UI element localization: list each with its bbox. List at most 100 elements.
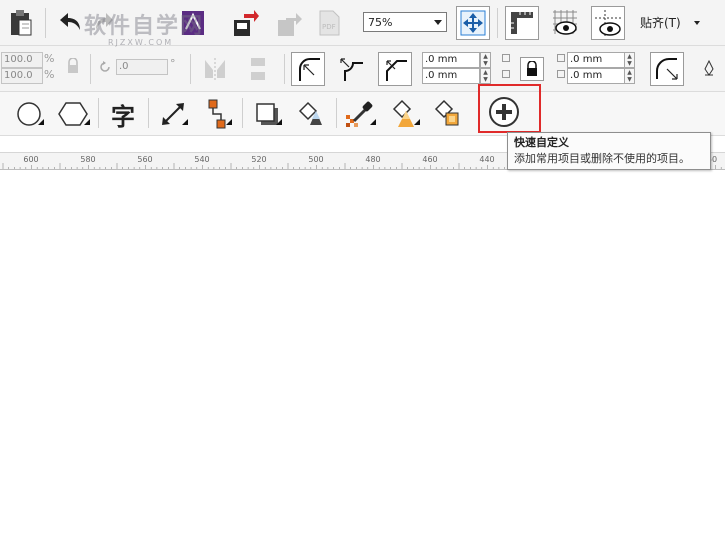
ruler-label: 440 [479,155,495,164]
smart-fill-tool-button[interactable] [430,97,464,131]
spin-button[interactable]: ▲ ▼ [624,68,635,84]
quick-customize-highlight [478,84,541,133]
spin-button[interactable]: ▲ ▼ [624,52,635,68]
ruler-icon [511,12,533,34]
rotate-icon [100,61,110,72]
text-tool-button[interactable]: 字 [106,97,140,131]
flyout-triangle-icon [414,119,420,125]
chamfer-corner-icon [386,60,407,81]
scallop-corner-button[interactable] [334,52,368,86]
snap-to-label: 贴齐(T) [640,16,681,30]
ruler-label: 500 [308,155,324,164]
pen-icon[interactable] [702,59,716,79]
separator [497,8,498,38]
ruler-label: 540 [194,155,210,164]
ruler-label: 520 [251,155,267,164]
rotation-icon [98,60,112,77]
mirror-vertical-button[interactable] [242,52,276,86]
drop-shadow-tool-button[interactable] [250,97,284,131]
flyout-triangle-icon [84,119,90,125]
round-corner-button[interactable] [291,52,325,86]
dimension-tool-button[interactable] [156,97,190,131]
separator [90,54,91,84]
svg-text:PDF: PDF [322,23,336,31]
zoom-level-dropdown[interactable]: 75% [363,12,447,32]
connector-icon [208,99,226,129]
ruler-label: 600 [23,155,39,164]
polygon-tool-button[interactable] [56,97,90,131]
connector-tool-button[interactable] [198,97,232,131]
tooltip-description: 添加常用项目或删除不使用的项目。 [514,152,690,165]
scale-y-field[interactable]: 100.0 [1,68,43,84]
show-rulers-button[interactable] [505,6,539,40]
zoom-level-value: 75% [368,16,393,29]
separator [336,98,337,128]
lock-corner-radius-button[interactable] [520,57,544,81]
show-guidelines-button[interactable] [591,6,625,40]
scale-x-unit: % [44,52,55,65]
corner-radius-top-left[interactable]: .0 mm [422,52,480,68]
quick-customize-tooltip: 快速自定义 添加常用项目或删除不使用的项目。 [507,132,711,170]
lock-ratio-button[interactable] [66,57,80,77]
separator [148,98,149,128]
chamfer-corner-button[interactable] [378,52,412,86]
mirror-vertical-icon [251,58,265,80]
separator [45,8,46,38]
toolbox: 字 [0,92,725,136]
smart-fill-icon [434,99,459,126]
paste-button[interactable] [4,6,38,40]
flyout-triangle-icon [182,119,188,125]
ellipse-tool-button[interactable] [12,97,46,131]
mirror-horizontal-button[interactable] [198,52,232,86]
lock-icon [68,57,78,73]
rotation-angle-field[interactable]: .0 [116,59,168,75]
relative-corner-scaling-button[interactable] [650,52,684,86]
lock-icon [527,61,537,76]
chevron-down-icon [694,21,700,25]
interactive-fill-tool-button[interactable] [386,97,420,131]
flyout-triangle-icon [370,119,376,125]
ruler-label: 560 [137,155,153,164]
mirror-horizontal-icon [205,58,225,80]
color-eyedropper-tool-button[interactable] [342,97,376,131]
scale-x-field[interactable]: 100.0 [1,52,43,68]
transparency-tool-button[interactable] [294,97,328,131]
corner-radius-bottom-right[interactable]: .0 mm [567,68,625,84]
move-arrows-icon [460,10,486,36]
corner-scaling-icon [656,58,678,80]
scale-y-unit: % [44,68,55,81]
corner-radius-top-right[interactable]: .0 mm [567,52,625,68]
export-icon [278,13,302,36]
round-corner-icon [299,58,320,81]
spin-button[interactable]: ▲ ▼ [480,52,491,68]
snap-to-dropdown[interactable]: 贴齐(T) [640,12,702,34]
transparency-icon [298,101,322,125]
import-icon [234,10,259,36]
separator [284,54,285,84]
property-bar: 100.0 100.0 % % .0 ° .0 mm ▲ ▼ .0 mm ▲ ▼… [0,46,725,92]
grid-eye-icon [553,10,577,35]
ruler-label: 480 [365,155,381,164]
spin-button[interactable]: ▲ ▼ [480,68,491,84]
drawing-canvas[interactable] [0,170,725,550]
link-icon [502,70,510,78]
tooltip-title: 快速自定义 [514,136,569,149]
publish-pdf-button[interactable]: PDF [312,6,346,40]
clipboard-icon [11,10,32,36]
chevron-down-icon [434,20,442,25]
flyout-triangle-icon [38,119,44,125]
site-watermark: 软件自学网 [84,14,205,39]
export-button[interactable] [272,6,306,40]
import-button[interactable] [228,6,262,40]
link-icon [502,54,510,62]
rotation-degree-unit: ° [170,57,176,70]
corner-radius-bottom-left[interactable]: .0 mm [422,68,480,84]
full-screen-preview-button[interactable] [456,6,490,40]
flyout-triangle-icon [226,119,232,125]
ruler-label: 580 [80,155,96,164]
undo-button[interactable] [54,6,88,40]
scallop-corner-icon [340,58,363,81]
show-grid-button[interactable] [548,6,582,40]
guidelines-eye-icon [595,10,621,36]
link-icon [557,70,565,78]
